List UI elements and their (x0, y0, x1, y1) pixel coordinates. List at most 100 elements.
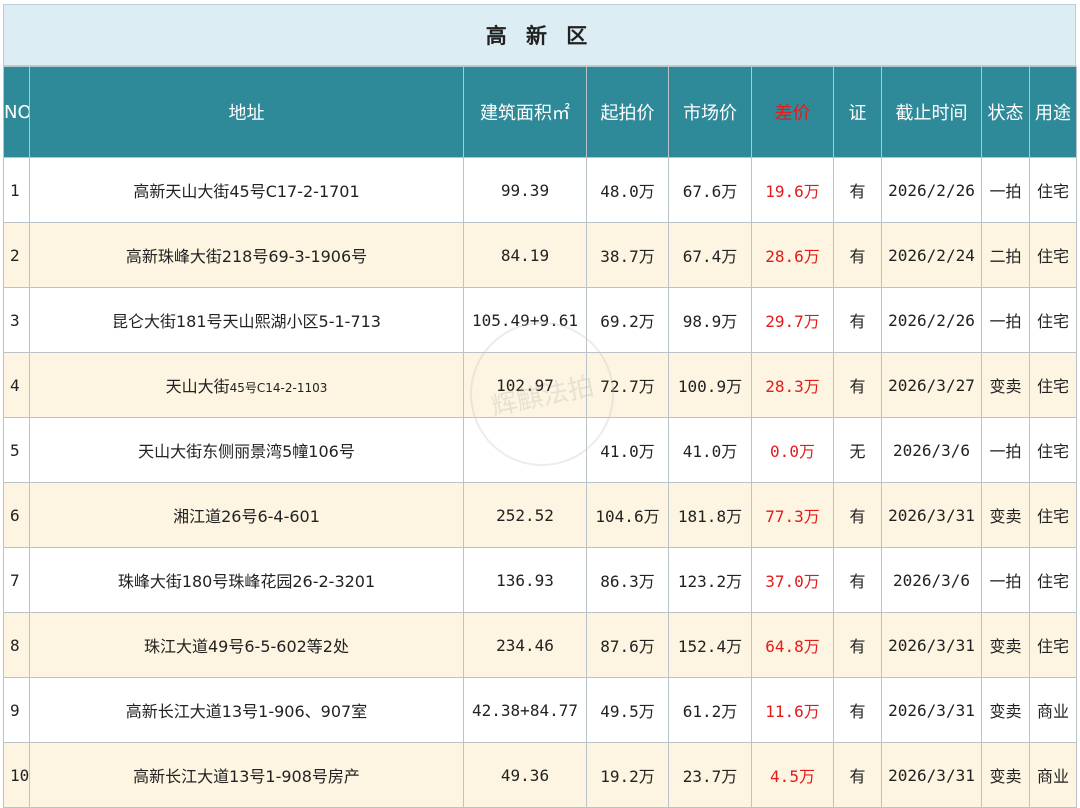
cell-address: 昆仑大街181号天山熙湖小区5-1-713 (29, 287, 464, 353)
table-row: 10 高新长江大道13号1-908号房产 49.36 19.2万 23.7万 4… (3, 742, 1077, 808)
cell-no: 3 (3, 287, 30, 353)
cell-diff: 19.6万 (751, 157, 834, 223)
cell-cert: 有 (833, 612, 882, 678)
cell-diff: 37.0万 (751, 547, 834, 613)
cell-deadline: 2026/3/31 (881, 677, 982, 743)
cell-deadline: 2026/3/6 (881, 547, 982, 613)
cell-start-price: 104.6万 (586, 482, 669, 548)
cell-deadline: 2026/3/6 (881, 417, 982, 483)
cell-cert: 有 (833, 287, 882, 353)
cell-deadline: 2026/3/27 (881, 352, 982, 418)
address-text: 珠江大道49号6-5-602等2处 (144, 637, 349, 656)
table-row: 1 高新天山大街45号C17-2-1701 99.39 48.0万 67.6万 … (3, 157, 1077, 223)
cell-market-price: 67.6万 (668, 157, 752, 223)
header-status: 状态 (981, 66, 1030, 158)
cell-deadline: 2026/3/31 (881, 482, 982, 548)
table-row: 8 珠江大道49号6-5-602等2处 234.46 87.6万 152.4万 … (3, 612, 1077, 678)
cell-diff: 28.3万 (751, 352, 834, 418)
cell-status: 一拍 (981, 157, 1030, 223)
cell-address: 天山大街45号C14-2-1103 (29, 352, 464, 418)
cell-area: 84.19 (463, 222, 587, 288)
cell-area: 234.46 (463, 612, 587, 678)
cell-market-price: 123.2万 (668, 547, 752, 613)
table-row: 3 昆仑大街181号天山熙湖小区5-1-713 105.49+9.61 69.2… (3, 287, 1077, 353)
cell-deadline: 2026/3/31 (881, 612, 982, 678)
cell-diff: 4.5万 (751, 742, 834, 808)
cell-area (463, 417, 587, 483)
cell-start-price: 69.2万 (586, 287, 669, 353)
cell-start-price: 72.7万 (586, 352, 669, 418)
cell-status: 二拍 (981, 222, 1030, 288)
cell-usage: 商业 (1029, 742, 1077, 808)
cell-diff: 77.3万 (751, 482, 834, 548)
cell-area: 252.52 (463, 482, 587, 548)
cell-cert: 有 (833, 547, 882, 613)
cell-market-price: 23.7万 (668, 742, 752, 808)
header-usage: 用途 (1029, 66, 1077, 158)
cell-area: 49.36 (463, 742, 587, 808)
cell-status: 变卖 (981, 612, 1030, 678)
cell-status: 一拍 (981, 287, 1030, 353)
header-market-price: 市场价 (668, 66, 752, 158)
address-text: 高新长江大道13号1-908号房产 (133, 767, 360, 786)
cell-cert: 有 (833, 742, 882, 808)
cell-start-price: 86.3万 (586, 547, 669, 613)
cell-no: 4 (3, 352, 30, 418)
cell-address: 湘江道26号6-4-601 (29, 482, 464, 548)
cell-usage: 商业 (1029, 677, 1077, 743)
cell-area: 99.39 (463, 157, 587, 223)
cell-deadline: 2026/3/31 (881, 742, 982, 808)
header-start-price: 起拍价 (586, 66, 669, 158)
table-row: 2 高新珠峰大街218号69-3-1906号 84.19 38.7万 67.4万… (3, 222, 1077, 288)
cell-start-price: 38.7万 (586, 222, 669, 288)
cell-usage: 住宅 (1029, 352, 1077, 418)
cell-no: 1 (3, 157, 30, 223)
cell-no: 6 (3, 482, 30, 548)
address-text: 高新天山大街45号C17-2-1701 (133, 182, 360, 201)
cell-area: 105.49+9.61 (463, 287, 587, 353)
cell-cert: 有 (833, 677, 882, 743)
cell-deadline: 2026/2/26 (881, 287, 982, 353)
cell-diff: 28.6万 (751, 222, 834, 288)
auction-table-container: 高 新 区 NO 地址 建筑面积㎡ 起拍价 市场价 差价 证 截止时间 状态 用… (3, 4, 1077, 808)
header-area: 建筑面积㎡ (463, 66, 587, 158)
address-text: 高新珠峰大街218号69-3-1906号 (125, 247, 368, 266)
cell-start-price: 48.0万 (586, 157, 669, 223)
cell-market-price: 67.4万 (668, 222, 752, 288)
cell-usage: 住宅 (1029, 547, 1077, 613)
address-text: 高新长江大道13号1-906、907室 (125, 702, 368, 721)
cell-market-price: 61.2万 (668, 677, 752, 743)
cell-cert: 无 (833, 417, 882, 483)
cell-area: 136.93 (463, 547, 587, 613)
cell-address: 高新珠峰大街218号69-3-1906号 (29, 222, 464, 288)
table-row: 4 天山大街45号C14-2-1103 102.97 72.7万 100.9万 … (3, 352, 1077, 418)
table-row: 6 湘江道26号6-4-601 252.52 104.6万 181.8万 77.… (3, 482, 1077, 548)
address-small-text: 45号C14-2-1103 (229, 381, 328, 395)
cell-start-price: 87.6万 (586, 612, 669, 678)
table-row: 9 高新长江大道13号1-906、907室 42.38+84.77 49.5万 … (3, 677, 1077, 743)
cell-diff: 29.7万 (751, 287, 834, 353)
cell-diff: 11.6万 (751, 677, 834, 743)
cell-address: 高新天山大街45号C17-2-1701 (29, 157, 464, 223)
cell-address: 天山大街东侧丽景湾5幢106号 (29, 417, 464, 483)
cell-diff: 0.0万 (751, 417, 834, 483)
cell-cert: 有 (833, 222, 882, 288)
cell-usage: 住宅 (1029, 482, 1077, 548)
header-diff: 差价 (751, 66, 834, 158)
cell-no: 8 (3, 612, 30, 678)
cell-deadline: 2026/2/26 (881, 157, 982, 223)
cell-usage: 住宅 (1029, 222, 1077, 288)
header-no: NO (3, 66, 30, 158)
cell-status: 变卖 (981, 742, 1030, 808)
table-title: 高 新 区 (3, 4, 1076, 66)
address-text: 天山大街 (165, 377, 230, 396)
cell-deadline: 2026/2/24 (881, 222, 982, 288)
cell-status: 变卖 (981, 677, 1030, 743)
cell-no: 10 (3, 742, 30, 808)
cell-address: 珠江大道49号6-5-602等2处 (29, 612, 464, 678)
cell-market-price: 41.0万 (668, 417, 752, 483)
cell-area: 42.38+84.77 (463, 677, 587, 743)
cell-cert: 有 (833, 352, 882, 418)
cell-usage: 住宅 (1029, 287, 1077, 353)
cell-market-price: 181.8万 (668, 482, 752, 548)
